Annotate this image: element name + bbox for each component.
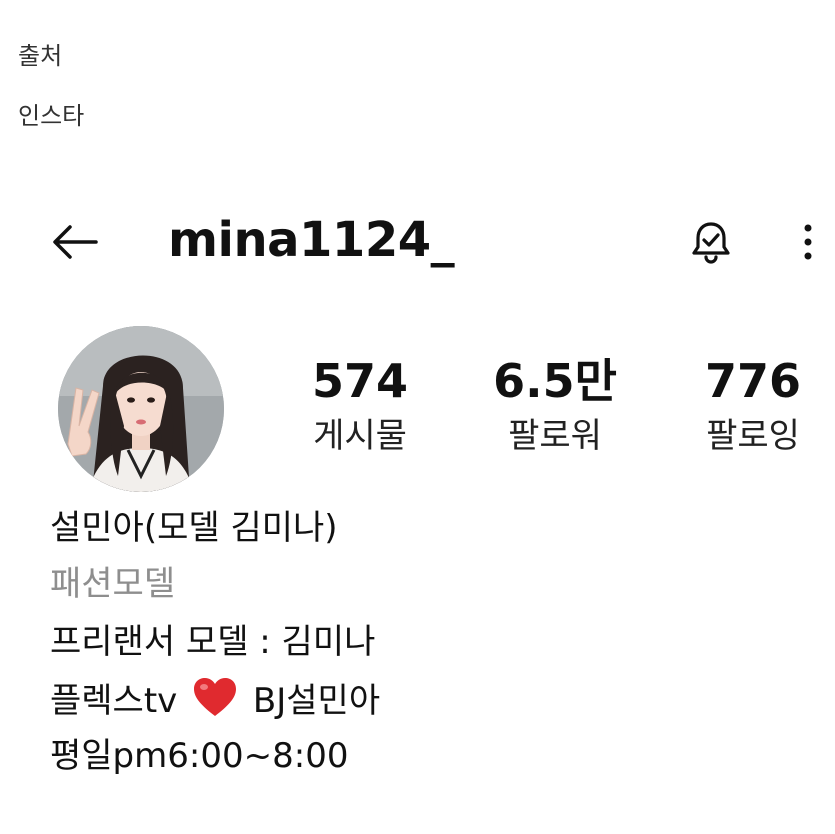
profile-category: 패션모델: [50, 564, 176, 604]
following-label: 팔로잉: [706, 416, 800, 456]
more-options-icon[interactable]: [796, 222, 820, 264]
bio-platform-text: 플렉스tv: [50, 681, 178, 721]
following-stat[interactable]: 776 팔로잉: [668, 352, 835, 462]
back-arrow-icon[interactable]: [50, 222, 100, 262]
following-count: 776: [704, 354, 802, 408]
bio-line-freelancer: 프리랜서 모델 : 김미나: [50, 622, 376, 662]
bio-line-broadcast: 플렉스tv BJ설민아: [50, 676, 380, 729]
profile-username: mina1124_: [168, 212, 455, 268]
source-label: 출처: [18, 42, 63, 70]
followers-count: 6.5만: [493, 354, 617, 408]
followers-stat[interactable]: 6.5만 팔로워: [470, 352, 640, 462]
followers-label: 팔로워: [508, 416, 602, 456]
posts-count: 574: [311, 354, 409, 408]
heart-icon: [192, 676, 238, 729]
bio-bj-name: BJ설민아: [252, 681, 381, 721]
notification-bell-icon[interactable]: [690, 220, 732, 266]
profile-avatar[interactable]: [58, 326, 224, 492]
posts-stat[interactable]: 574 게시물: [275, 352, 445, 462]
posts-label: 게시물: [313, 416, 407, 456]
bio-line-schedule: 평일pm6:00~8:00: [50, 736, 349, 776]
profile-display-name: 설민아(모델 김미나): [50, 508, 338, 548]
source-value: 인스타: [18, 102, 85, 130]
